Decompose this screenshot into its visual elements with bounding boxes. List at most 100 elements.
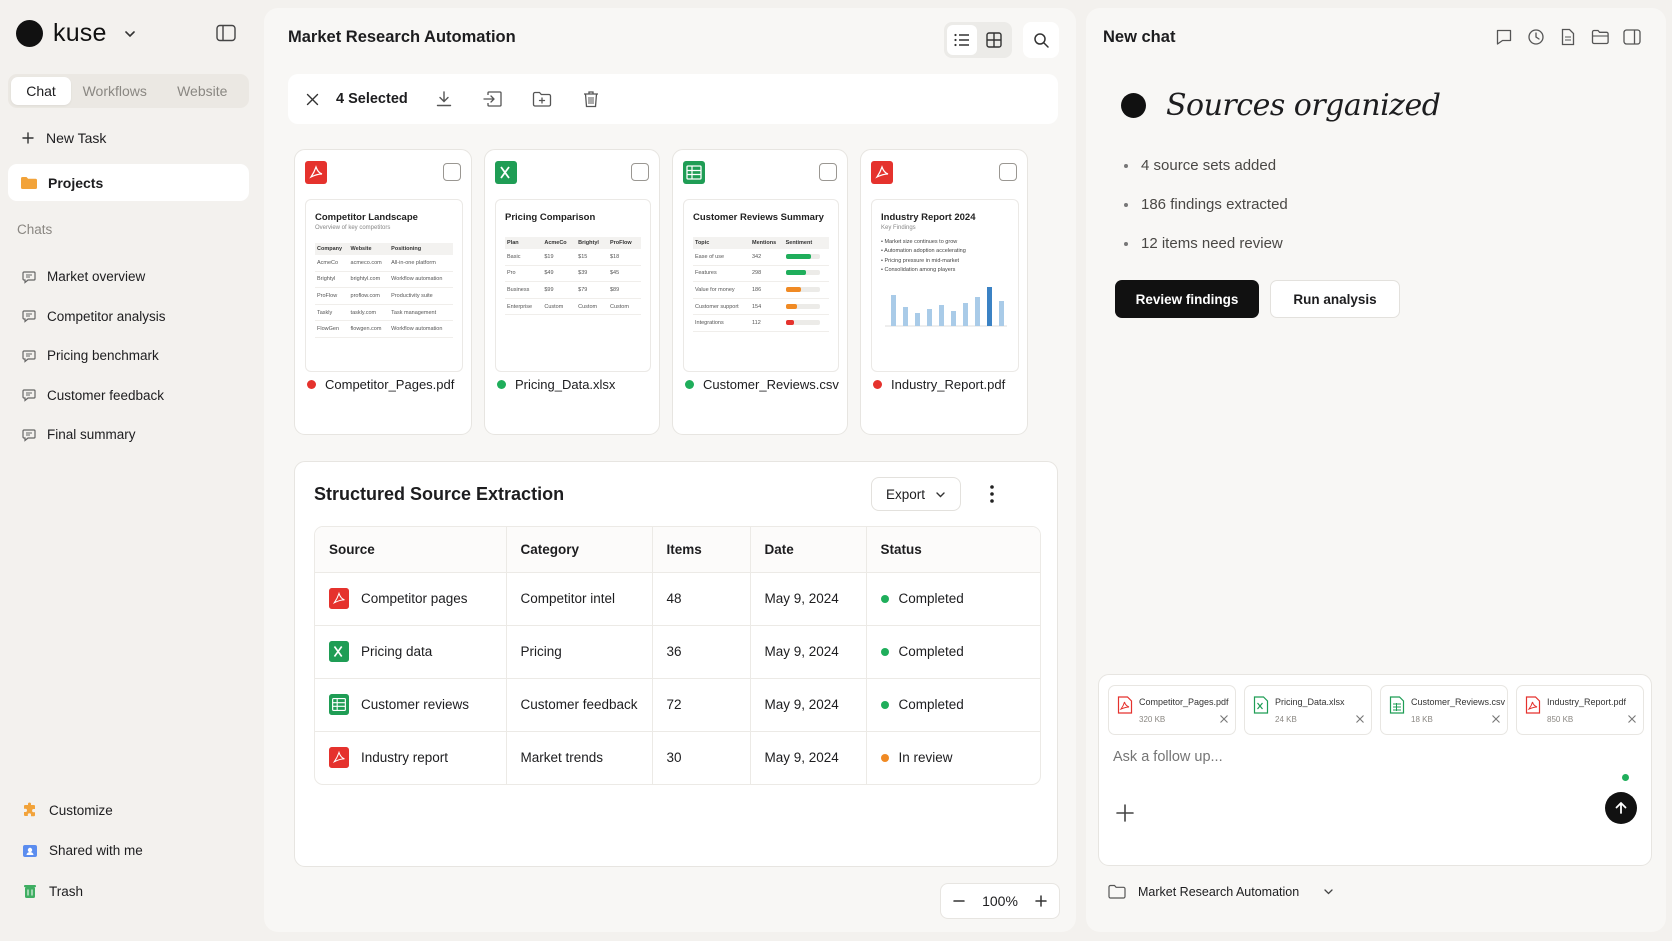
preview-cell: Value for money xyxy=(693,281,750,299)
trash-label: Trash xyxy=(49,883,84,899)
file-card[interactable]: Industry Report 2024 Key Findings Market… xyxy=(860,149,1028,435)
sidebar-toggle-icon[interactable] xyxy=(216,24,236,42)
date-cell: May 9, 2024 xyxy=(750,678,867,732)
chevron-down-icon xyxy=(1324,889,1333,895)
attachment-chip[interactable]: Pricing_Data.xlsx 24 KB xyxy=(1244,685,1372,735)
remove-attachment-icon[interactable] xyxy=(1355,714,1365,724)
summary-item: 186 findings extracted xyxy=(1124,185,1288,224)
sidebar-item-projects[interactable]: Projects xyxy=(8,164,249,201)
category-cell: Market trends xyxy=(506,731,653,784)
sentiment-bar xyxy=(785,287,820,293)
column-header-category[interactable]: Category xyxy=(506,527,653,573)
tab-website[interactable]: Website xyxy=(159,77,247,105)
sidebar: kuse Chat Workflows Website New Task Pro… xyxy=(0,0,262,941)
items-cell: 72 xyxy=(652,678,751,732)
workspace-switcher[interactable]: kuse xyxy=(16,19,139,48)
shared-user-icon xyxy=(23,844,37,857)
card-checkbox[interactable] xyxy=(999,163,1017,181)
tab-chat[interactable]: Chat xyxy=(11,77,71,105)
file-card[interactable]: Pricing Comparison Plan AcmeCo Brightyl … xyxy=(484,149,660,435)
sidebar-item-shared[interactable]: Shared with me xyxy=(22,831,252,872)
shared-label: Shared with me xyxy=(49,843,143,859)
sidebar-item-customize[interactable]: Customize xyxy=(22,790,252,831)
list-view-icon[interactable] xyxy=(947,25,977,55)
attachment-name: Pricing_Data.xlsx xyxy=(1275,697,1345,707)
download-icon[interactable] xyxy=(432,87,456,111)
delete-icon[interactable] xyxy=(579,87,603,111)
remove-attachment-icon[interactable] xyxy=(1491,714,1501,724)
panel-layout-icon[interactable] xyxy=(1622,27,1642,47)
add-attachment-icon[interactable] xyxy=(1115,803,1135,823)
preview-header: Topic xyxy=(693,237,750,249)
add-to-folder-icon[interactable] xyxy=(530,87,554,111)
file-name: Industry_Report.pdf xyxy=(873,377,1005,392)
run-analysis-button[interactable]: Run analysis xyxy=(1270,280,1400,318)
table-row[interactable]: Competitor pages Competitor intel 48 May… xyxy=(315,572,1040,626)
chat-item-final-summary[interactable]: Final summary xyxy=(22,415,252,455)
file-name-label: Industry_Report.pdf xyxy=(891,377,1006,392)
attachment-chip[interactable]: Competitor_Pages.pdf 320 KB xyxy=(1108,685,1236,735)
sentiment-bar xyxy=(785,270,820,276)
column-header-date[interactable]: Date xyxy=(750,527,867,573)
zoom-out-icon[interactable] xyxy=(953,895,965,907)
new-chat-icon[interactable] xyxy=(1494,27,1514,47)
grid-view-icon[interactable] xyxy=(979,25,1009,55)
preview-cell: Task management xyxy=(389,304,453,322)
review-findings-button[interactable]: Review findings xyxy=(1115,280,1259,318)
remove-attachment-icon[interactable] xyxy=(1219,714,1229,724)
sidebar-item-trash[interactable]: Trash xyxy=(22,871,252,912)
column-header-status[interactable]: Status xyxy=(866,527,1040,573)
chat-item-competitor-analysis[interactable]: Competitor analysis xyxy=(22,297,252,337)
search-icon xyxy=(1034,33,1049,48)
history-icon[interactable] xyxy=(1526,27,1546,47)
file-name-label: Customer_Reviews.csv xyxy=(703,377,839,392)
preview-header: Positioning xyxy=(389,243,453,255)
card-checkbox[interactable] xyxy=(819,163,837,181)
preview-table: Plan AcmeCo Brightyl ProFlow Basic $19 $15… xyxy=(505,237,641,316)
follow-up-input[interactable] xyxy=(1113,749,1513,765)
preview-cell: Business xyxy=(505,281,543,299)
chat-item-customer-feedback[interactable]: Customer feedback xyxy=(22,376,252,416)
preview-cell: $45 xyxy=(607,265,641,283)
preview-cell: 186 xyxy=(749,281,784,299)
send-button[interactable] xyxy=(1605,792,1637,824)
csv-sheet-icon xyxy=(329,694,349,715)
card-checkbox[interactable] xyxy=(443,163,461,181)
card-checkbox[interactable] xyxy=(631,163,649,181)
export-button[interactable]: Export xyxy=(871,477,961,511)
folder-open-icon[interactable] xyxy=(1590,27,1610,47)
tab-workflows[interactable]: Workflows xyxy=(71,77,159,105)
clear-selection-icon[interactable] xyxy=(306,91,322,107)
file-card[interactable]: Customer Reviews Summary Topic Mentions … xyxy=(672,149,848,435)
chat-item-pricing-benchmark[interactable]: Pricing benchmark xyxy=(22,336,252,376)
chevron-down-icon xyxy=(936,491,945,497)
preview-table: Company Website Positioning AcmeCo acmeco… xyxy=(315,243,453,338)
excel-file-icon xyxy=(329,641,349,662)
chat-composer: Competitor_Pages.pdf 320 KB Pricing_Data… xyxy=(1098,674,1652,866)
column-header-source[interactable]: Source xyxy=(315,527,507,573)
file-name-label: Pricing_Data.xlsx xyxy=(515,377,616,392)
zoom-in-icon[interactable] xyxy=(1035,895,1047,907)
search-button[interactable] xyxy=(1023,22,1059,58)
attachment-chip[interactable]: Customer_Reviews.csv 18 KB xyxy=(1380,685,1508,735)
table-row[interactable]: Pricing data Pricing 36 May 9, 2024 Comp… xyxy=(315,625,1040,679)
table-row[interactable]: Industry report Market trends 30 May 9, … xyxy=(315,731,1040,784)
preview-cell: Taskly xyxy=(315,304,349,322)
category-cell: Customer feedback xyxy=(506,678,653,732)
remove-attachment-icon[interactable] xyxy=(1627,714,1637,724)
chat-item-market-overview[interactable]: Market overview xyxy=(22,257,252,297)
document-icon[interactable] xyxy=(1558,27,1578,47)
project-selector[interactable]: Market Research Automation xyxy=(1108,884,1334,899)
column-header-items[interactable]: Items xyxy=(652,527,751,573)
file-card[interactable]: Competitor Landscape Overview of key com… xyxy=(294,149,472,435)
more-options-icon[interactable] xyxy=(985,480,999,508)
chat-toolbar xyxy=(1494,27,1642,47)
attachment-chip[interactable]: Industry_Report.pdf 850 KB xyxy=(1516,685,1644,735)
preview-header: Plan xyxy=(505,237,543,249)
move-icon[interactable] xyxy=(481,87,505,111)
new-task-button[interactable]: New Task xyxy=(22,130,106,146)
preview-header: ProFlow xyxy=(607,237,641,249)
table-row[interactable]: Customer reviews Customer feedback 72 Ma… xyxy=(315,678,1040,732)
preview-title: Competitor Landscape xyxy=(315,212,418,223)
preview-cell: ProFlow xyxy=(315,287,349,305)
